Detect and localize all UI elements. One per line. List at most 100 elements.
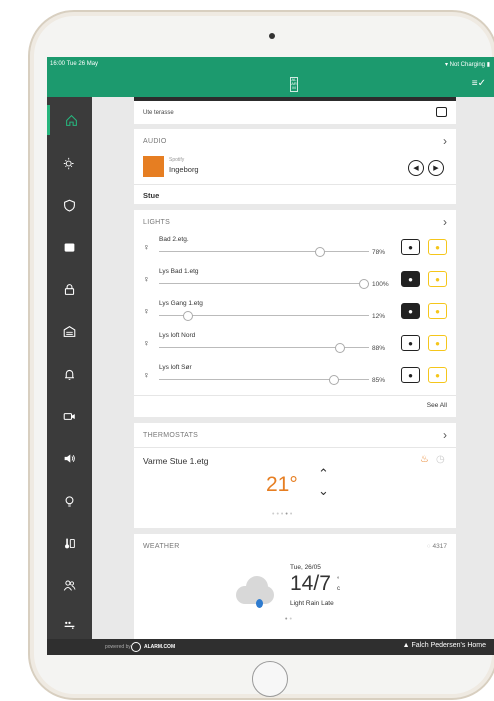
light-on-button[interactable]: ● xyxy=(428,271,447,287)
audio-card: AUDIO › Spotify Ingeborg ◀ ▶ Stue xyxy=(134,129,456,204)
light-percent: 100% xyxy=(372,281,389,288)
light-off-button[interactable]: ● xyxy=(401,367,420,383)
volume-button[interactable]: ◀ xyxy=(408,160,424,176)
header-bar: AL AR M ≡✓ xyxy=(47,71,494,97)
sidebar-item-video[interactable] xyxy=(47,401,92,431)
light-off-button[interactable]: ● xyxy=(401,335,420,351)
pager-dots: •• xyxy=(285,616,294,623)
audio-chevron-icon[interactable]: › xyxy=(443,134,447,148)
sidebar-item-locks[interactable] xyxy=(47,274,92,304)
weather-card: WEATHER ○ 4317 Tue, 26/05 14/7 ° c Light… xyxy=(134,534,456,639)
heat-mode-icon: ♨ xyxy=(420,454,429,465)
home-name[interactable]: ▲ Falch Pedersen's Home xyxy=(403,642,486,649)
light-name: Lys Gang 1.etg xyxy=(159,300,203,307)
sidebar-item-home[interactable] xyxy=(47,105,92,135)
audio-track: Ingeborg xyxy=(169,165,199,174)
sidebar-item-lights[interactable] xyxy=(47,486,92,516)
users-icon xyxy=(63,580,76,591)
weather-temps: 14/7 xyxy=(290,572,331,595)
camera-card[interactable]: Ute terasse xyxy=(134,97,456,124)
home-icon xyxy=(65,114,77,126)
bulb-icon: ♀ xyxy=(143,338,150,348)
sidebar-item-garage[interactable] xyxy=(47,316,92,346)
light-percent: 85% xyxy=(372,377,386,384)
temp-unit-deg: ° xyxy=(337,577,340,583)
sidebar xyxy=(47,97,92,639)
light-on-button[interactable]: ● xyxy=(428,303,447,319)
temp-down-button[interactable]: ⌄ xyxy=(318,483,329,499)
bulb-icon: ♀ xyxy=(143,370,150,380)
main-content: Ute terasse AUDIO › Spotify Ingeborg ◀ ▶… xyxy=(134,97,456,639)
slider-handle[interactable] xyxy=(329,375,339,385)
shield-icon xyxy=(64,199,75,212)
image-icon xyxy=(64,242,75,252)
temp-unit-c: c xyxy=(337,586,340,592)
dimmer-slider[interactable] xyxy=(159,283,369,284)
pager-dots: ••••• xyxy=(272,511,295,518)
home-button[interactable] xyxy=(252,661,288,697)
sidebar-item-images[interactable] xyxy=(47,232,92,262)
thermostat-temp: 21° xyxy=(266,473,298,496)
slider-handle[interactable] xyxy=(183,311,193,321)
lights-title: LIGHTS xyxy=(143,219,171,226)
light-name: Lys Bad 1.etg xyxy=(159,268,199,275)
divider xyxy=(134,184,456,185)
light-on-button[interactable]: ● xyxy=(428,239,447,255)
settings-icon xyxy=(64,621,75,629)
light-row: ♀ Lys loft Sør 85% ● ● xyxy=(134,360,456,392)
person-icon: ▲ xyxy=(402,642,410,649)
brand-name: ALARM.COM xyxy=(144,644,176,650)
lights-card: LIGHTS › ♀ Bad 2.etg. 78% ● ● ♀ Lys Bad 1.etg 1… xyxy=(134,210,456,417)
bulb-icon: ♀ xyxy=(143,242,150,252)
camera-icon xyxy=(63,412,75,420)
volume-icon: ◀ xyxy=(413,165,419,172)
status-time: 16:00 Tue 26 May xyxy=(50,61,99,67)
dimmer-slider[interactable] xyxy=(159,251,369,252)
sidebar-item-thermostats[interactable] xyxy=(47,528,92,558)
status-bar: 16:00 Tue 26 May ▾ Not Charging ▮ xyxy=(47,57,494,71)
divider xyxy=(134,395,456,396)
see-all-link[interactable]: See All xyxy=(427,402,447,409)
sidebar-item-settings[interactable] xyxy=(47,609,92,639)
light-percent: 88% xyxy=(372,345,386,352)
weather-condition: Light Rain Late xyxy=(290,600,334,607)
thermostats-chevron-icon[interactable]: › xyxy=(443,428,447,442)
bulb-icon: ♀ xyxy=(143,274,150,284)
sidebar-item-notifications[interactable] xyxy=(47,359,92,389)
light-name: Lys loft Nord xyxy=(159,332,196,339)
light-on-button[interactable]: ● xyxy=(428,367,447,383)
light-row: ♀ Bad 2.etg. 78% ● ● xyxy=(134,232,456,264)
fullscreen-icon[interactable] xyxy=(436,107,447,117)
audio-room: Stue xyxy=(143,191,160,200)
lights-chevron-icon[interactable]: › xyxy=(443,215,447,229)
powered-by: powered by xyxy=(105,644,131,650)
sidebar-item-users[interactable] xyxy=(47,570,92,600)
light-on-button[interactable]: ● xyxy=(428,335,447,351)
screen: 16:00 Tue 26 May ▾ Not Charging ▮ AL AR … xyxy=(47,57,494,655)
play-icon: ▶ xyxy=(433,165,439,172)
sidebar-item-security[interactable] xyxy=(47,190,92,220)
sidebar-item-scenes[interactable] xyxy=(47,148,92,178)
sidebar-item-audio[interactable] xyxy=(47,443,92,473)
temp-up-button[interactable]: ⌃ xyxy=(318,466,329,482)
weather-location: ○ 4317 xyxy=(426,543,447,550)
camera-label: Ute terasse xyxy=(143,110,174,116)
garage-icon xyxy=(63,325,76,337)
play-button[interactable]: ▶ xyxy=(428,160,444,176)
light-off-button[interactable]: ● xyxy=(401,303,420,319)
light-off-button[interactable]: ● xyxy=(401,271,420,287)
audio-source: Spotify xyxy=(169,157,185,163)
album-art xyxy=(143,156,164,177)
rain-drop-icon xyxy=(256,599,263,608)
battery-status: ▾ Not Charging ▮ xyxy=(444,62,490,68)
menu-check-icon[interactable]: ≡✓ xyxy=(472,78,486,89)
slider-handle[interactable] xyxy=(359,279,369,289)
light-row: ♀ Lys Bad 1.etg 100% ● ● xyxy=(134,264,456,296)
wifi-icon: ▾ xyxy=(444,62,448,68)
slider-handle[interactable] xyxy=(315,247,325,257)
bell-icon xyxy=(65,369,74,380)
weather-title: WEATHER xyxy=(143,543,180,550)
light-off-button[interactable]: ● xyxy=(401,239,420,255)
slider-handle[interactable] xyxy=(335,343,345,353)
thermostats-card: THERMOSTATS › Varme Stue 1.etg ♨ ◷ 21° ⌃… xyxy=(134,423,456,528)
